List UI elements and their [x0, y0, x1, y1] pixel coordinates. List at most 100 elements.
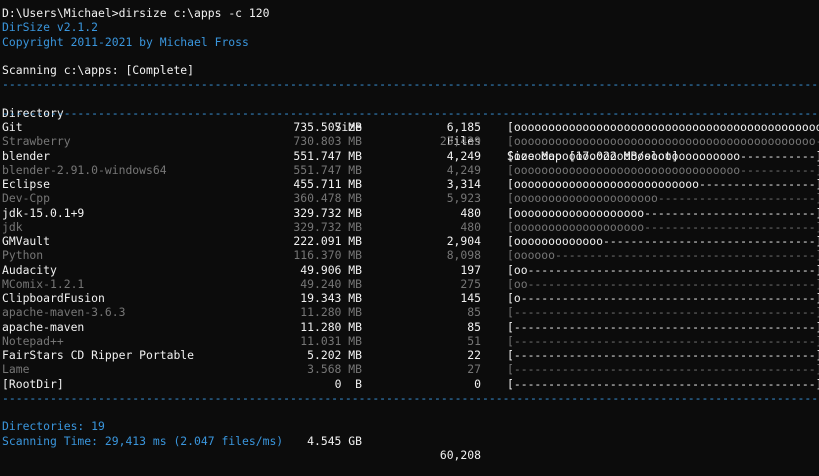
row-files: 275 — [460, 276, 481, 291]
summary-row: Directories: 19 4.545 GB 60,208 — [2, 405, 817, 462]
table-header: Directory Size Files Size Map [17.022 MB… — [2, 92, 817, 163]
table-row: ClipboardFusion 19.343 MB 145 [o-----------… — [2, 291, 819, 305]
summary-files: 60,208 — [439, 447, 481, 462]
row-size: 455.711 MB — [293, 177, 362, 191]
row-size-map: [---------------------------------------… — [507, 319, 819, 334]
row-directory: [RootDir] — [2, 376, 64, 391]
row-directory: jdk — [2, 219, 23, 234]
table-row: jdk-15.0.1+9 329.732 MB 480 [oooooooooooooo… — [2, 205, 819, 220]
command-input: dirsize c:\apps -c 120 — [118, 6, 270, 20]
row-size-map: [o--------------------------------------… — [507, 291, 819, 305]
table-row: Lame 3.568 MB 27 [-------------------------… — [2, 362, 819, 377]
row-files: 85 — [467, 319, 481, 334]
row-size-map: [ooooooooooooooooooooooooooooooooo------… — [507, 148, 819, 163]
row-size-map: [oo-------------------------------------… — [507, 262, 819, 277]
row-size: 0 B — [334, 376, 362, 391]
row-files: 23,439 — [439, 134, 481, 149]
table-row: Strawberry 730.803 MB 23,439 [ooooooooooooo… — [2, 134, 819, 149]
table-row: Python 116.370 MB 8,098 [oooooo------------… — [2, 248, 819, 263]
row-size: 735.507 MB — [293, 120, 362, 134]
row-size-map: [---------------------------------------… — [507, 305, 819, 320]
row-directory: Lame — [2, 362, 30, 377]
row-directory: MComix-1.2.1 — [2, 276, 85, 291]
row-size-map: [ooooooooooooooooooooooooooo------------… — [507, 177, 819, 191]
separator-top: ----------------------------------------… — [2, 77, 817, 92]
table-row: Audacity 49.906 MB 197 [oo-----------------… — [2, 262, 819, 277]
row-directory: FairStars CD Ripper Portable — [2, 348, 195, 362]
row-size: 551.747 MB — [293, 162, 362, 177]
row-files: 2,904 — [446, 234, 481, 248]
separator-bottom: ----------------------------------------… — [2, 390, 817, 405]
row-size-map: [ooooooooooooooooooo--------------------… — [507, 205, 819, 220]
row-size: 730.803 MB — [293, 134, 362, 149]
row-directory: Dev-Cpp — [2, 191, 51, 206]
row-size-map: [ooooooooooooooooooooo------------------… — [507, 191, 819, 206]
table-row: Git 735.507 MB 6,185 [ooooooooooooooooooooo… — [2, 120, 819, 134]
row-files: 4,249 — [446, 148, 481, 163]
row-size-map: [---------------------------------------… — [507, 362, 819, 377]
row-files: 145 — [460, 291, 481, 305]
row-files: 6,185 — [446, 120, 481, 134]
row-directory: Notepad++ — [2, 333, 64, 348]
terminal-window[interactable]: D:\Users\Michael>dirsize c:\apps -c 120 … — [2, 6, 819, 462]
row-size-map: [ooooooooooooooooooooooooooooooooooooooo… — [507, 134, 819, 149]
row-files: 197 — [460, 262, 481, 277]
separator-header: ----------------------------------------… — [2, 105, 817, 120]
row-directory: ClipboardFusion — [2, 291, 105, 305]
table-row: FairStars CD Ripper Portable 5.202 MB 22 [-… — [2, 348, 819, 362]
table-row: Dev-Cpp 360.478 MB 5,923 [ooooooooooooooooo… — [2, 191, 819, 206]
row-directory: apache-maven — [2, 319, 85, 334]
row-size: 49.240 MB — [300, 276, 362, 291]
scan-status: Scanning c:\apps: [Complete] — [2, 63, 195, 77]
row-files: 85 — [467, 305, 481, 320]
row-size-map: [ooooooooooooooooooooooooooooooooo------… — [507, 162, 819, 177]
row-directory: Git — [2, 120, 23, 134]
row-files: 51 — [467, 333, 481, 348]
row-size: 11.280 MB — [300, 305, 362, 320]
row-files: 0 — [474, 376, 481, 391]
table-row: [RootDir] 0 B 0 [--------------------------… — [2, 376, 819, 391]
table-row: apache-maven 11.280 MB 85 [----------------… — [2, 319, 819, 334]
table-row: blender 551.747 MB 4,249 [ooooooooooooooooo… — [2, 148, 819, 163]
row-files: 480 — [460, 205, 481, 220]
row-directory: Python — [2, 248, 44, 263]
row-size: 5.202 MB — [307, 348, 362, 362]
row-directory: blender-2.91.0-windows64 — [2, 162, 167, 177]
row-size-map: [---------------------------------------… — [507, 376, 819, 391]
row-size-map: [---------------------------------------… — [507, 348, 819, 362]
row-directory: blender — [2, 148, 51, 163]
row-directory: Strawberry — [2, 134, 71, 149]
row-size: 222.091 MB — [293, 234, 362, 248]
table-row: jdk 329.732 MB 480 [ooooooooooooooooooo----… — [2, 219, 819, 234]
row-size-map: [ooooooooooooo--------------------------… — [507, 234, 819, 248]
table-row: Notepad++ 11.031 MB 51 [-------------------… — [2, 333, 819, 348]
row-size-map: [oo-------------------------------------… — [507, 276, 819, 291]
table-row: blender-2.91.0-windows64 551.747 MB 4,249 [… — [2, 162, 819, 177]
command-line: D:\Users\Michael>dirsize c:\apps -c 120 — [2, 6, 817, 20]
copyright: Copyright 2011-2021 by Michael Fross — [2, 34, 249, 49]
table-row: MComix-1.2.1 49.240 MB 275 [oo-------------… — [2, 276, 819, 291]
table-row: Eclipse 455.711 MB 3,314 [ooooooooooooooooo… — [2, 177, 819, 191]
row-size: 19.343 MB — [300, 291, 362, 305]
row-size: 3.568 MB — [307, 362, 362, 377]
row-directory: Eclipse — [2, 177, 51, 191]
row-directory: GMVault — [2, 234, 51, 248]
row-size: 551.747 MB — [293, 148, 362, 163]
row-files: 480 — [460, 219, 481, 234]
row-files: 4,249 — [446, 162, 481, 177]
row-directory: jdk-15.0.1+9 — [2, 205, 85, 220]
row-files: 5,923 — [446, 191, 481, 206]
row-size: 11.031 MB — [300, 333, 362, 348]
row-size: 360.478 MB — [293, 191, 362, 206]
row-files: 3,314 — [446, 177, 481, 191]
app-version: DirSize v2.1.2 — [2, 20, 99, 35]
row-size: 329.732 MB — [293, 205, 362, 220]
row-size-map: [oooooo---------------------------------… — [507, 248, 819, 263]
table-row: apache-maven-3.6.3 11.280 MB 85 [----------… — [2, 305, 819, 320]
directory-table: Git 735.507 MB 6,185 [ooooooooooooooooooooo… — [2, 120, 819, 391]
row-size: 49.906 MB — [300, 262, 362, 277]
row-size-map: [ooooooooooooooooooo--------------------… — [507, 219, 819, 234]
row-size-map: [---------------------------------------… — [507, 333, 819, 348]
